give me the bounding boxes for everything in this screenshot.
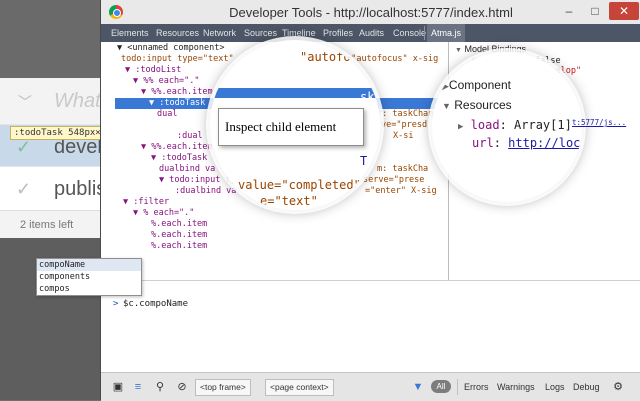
- tree-node[interactable]: %.each.item: [151, 230, 207, 241]
- expand-triangle-icon[interactable]: ▼: [442, 101, 451, 111]
- filter-icon[interactable]: ▼: [409, 378, 427, 396]
- magnified-selected-row: [210, 88, 380, 98]
- dock-icon[interactable]: ▣: [109, 378, 127, 396]
- resource-url[interactable]: url: http://loc: [472, 136, 580, 150]
- inspector-tooltip: :todoTask 548px×: [10, 126, 105, 140]
- filter-all-button[interactable]: All: [431, 380, 451, 393]
- tab-separator: [424, 26, 425, 40]
- devtools-tab-bar: Elements Resources Network Sources Timel…: [101, 24, 640, 42]
- close-button[interactable]: ✕: [609, 2, 639, 20]
- tree-node[interactable]: ▼ %% each=".": [133, 76, 200, 87]
- tree-node[interactable]: :dualbind va: [175, 186, 236, 197]
- magnified-code: T: [360, 154, 368, 168]
- autocomplete-popup: compoName components compos: [36, 258, 142, 296]
- autocomplete-item[interactable]: compos: [37, 283, 141, 295]
- resource-url-colon: :: [493, 136, 501, 150]
- magnified-code: value="completed": [238, 178, 361, 192]
- resource-url-link[interactable]: http://loc: [508, 136, 580, 150]
- context-select[interactable]: <page context>: [265, 379, 334, 396]
- autocomplete-item[interactable]: components: [37, 271, 141, 283]
- autocomplete-item[interactable]: compoName: [37, 259, 141, 271]
- tab-atma-js[interactable]: Atma.js: [427, 24, 466, 42]
- filter-debug[interactable]: Debug: [573, 379, 600, 395]
- tree-attr-fragment: serve="prese: [363, 175, 425, 185]
- tree-node[interactable]: dualbind va: [159, 164, 215, 175]
- tree-attr-fragment: r: taskChan: [377, 109, 434, 119]
- resource-url-key: url: [472, 136, 494, 150]
- magnified-code: sk: [360, 90, 375, 104]
- tab-network[interactable]: Network: [203, 24, 236, 42]
- tree-node[interactable]: ▼ :todoTask: [151, 153, 207, 164]
- new-todo-placeholder: What: [54, 90, 101, 112]
- checkmark-icon[interactable]: ✓: [16, 137, 31, 158]
- tab-console[interactable]: Console: [393, 24, 426, 42]
- filter-warnings[interactable]: Warnings: [497, 379, 535, 395]
- magnifier-right: ▶Component ▼ Resources ▶ load: Array[1] …: [432, 52, 582, 202]
- tree-attr-fragment: ="enter" X-sig: [365, 186, 437, 196]
- tab-resources[interactable]: Resources: [156, 24, 199, 42]
- expand-triangle-icon[interactable]: ▼: [455, 47, 462, 54]
- inspect-child-tooltip[interactable]: Inspect child element: [218, 108, 364, 146]
- tab-audits[interactable]: Audits: [359, 24, 384, 42]
- checkmark-icon[interactable]: ✓: [16, 179, 31, 200]
- tree-attr-fragment: ve="presd: [381, 120, 428, 130]
- show-console-icon[interactable]: ≡: [129, 378, 147, 396]
- resources-header: Resources: [454, 98, 512, 112]
- component-section[interactable]: ▶Component: [442, 78, 511, 92]
- tree-attr-fragment: m: taskCha: [377, 164, 429, 174]
- minimize-button[interactable]: –: [557, 2, 581, 20]
- tree-node[interactable]: ▼ %%.each.item: [141, 87, 213, 98]
- bottom-toolbar: ▣ ≡ ⚲ ⊘ <top frame> <page context> ▼ All…: [101, 372, 640, 401]
- console-prompt-icon: >: [113, 299, 119, 309]
- tree-node[interactable]: :dual: [177, 131, 203, 142]
- new-todo-input[interactable]: ﹀ What: [0, 78, 110, 124]
- tree-node[interactable]: %.each.item: [151, 219, 207, 230]
- magnified-code: "autofocus": [300, 50, 380, 64]
- frame-select[interactable]: <top frame>: [195, 379, 251, 396]
- resource-load-value: Array[1]: [514, 118, 572, 132]
- resource-load[interactable]: ▶ load: Array[1]: [458, 118, 572, 132]
- tree-node[interactable]: ▼ <unnamed component>: [117, 43, 224, 54]
- todo-item-text: publis: [54, 178, 107, 200]
- tree-node[interactable]: ▼ % each=".": [133, 208, 194, 219]
- tree-node[interactable]: ▼ :filter: [123, 197, 169, 208]
- console-input[interactable]: $c.compoName: [123, 299, 188, 309]
- todo-item[interactable]: ✓ publis: [0, 166, 110, 213]
- toggle-all-icon[interactable]: ﹀: [18, 92, 32, 112]
- tree-node-label: ▼ :todoTask: [149, 98, 206, 108]
- tree-node[interactable]: %.each.item: [151, 241, 207, 252]
- resource-load-colon: :: [499, 118, 507, 132]
- tree-node[interactable]: ▼ todo:input ty: [159, 175, 236, 186]
- tree-node[interactable]: ▼ %%.each.item: [141, 142, 213, 153]
- resource-load-key: load: [470, 118, 500, 132]
- console-panel[interactable]: > $c.compoName: [101, 280, 640, 373]
- toolbar-separator: [457, 379, 458, 395]
- tab-sources[interactable]: Sources: [244, 24, 277, 42]
- settings-gear-icon[interactable]: ⚙: [609, 378, 627, 396]
- title-bar[interactable]: Developer Tools - http://localhost:5777/…: [101, 0, 640, 25]
- items-left-count: 2 items left: [20, 219, 74, 231]
- expand-triangle-icon[interactable]: ▶: [458, 122, 463, 132]
- tree-node[interactable]: dual: [157, 109, 177, 120]
- filter-logs[interactable]: Logs: [545, 379, 565, 395]
- tree-attr-fragment: X-si: [393, 131, 414, 141]
- tab-profiles[interactable]: Profiles: [323, 24, 353, 42]
- magnifier-left: "autofocus" sk Inspect child element T v…: [210, 40, 380, 210]
- magnified-code: e="text": [260, 194, 318, 208]
- tree-node[interactable]: ▼ :todoList: [125, 65, 181, 76]
- todo-footer: 2 items left: [0, 210, 110, 239]
- maximize-button[interactable]: □: [583, 2, 607, 20]
- clear-console-icon[interactable]: ⊘: [173, 378, 191, 396]
- filter-errors[interactable]: Errors: [464, 379, 489, 395]
- expand-triangle-icon[interactable]: ▶: [442, 81, 449, 91]
- search-icon[interactable]: ⚲: [151, 378, 169, 396]
- background-top: [0, 0, 110, 78]
- resources-section[interactable]: ▼ Resources: [442, 98, 512, 112]
- resource-load-link[interactable]: t:5777/js...: [572, 118, 626, 127]
- component-header: Component: [448, 78, 511, 92]
- tab-elements[interactable]: Elements: [111, 24, 149, 42]
